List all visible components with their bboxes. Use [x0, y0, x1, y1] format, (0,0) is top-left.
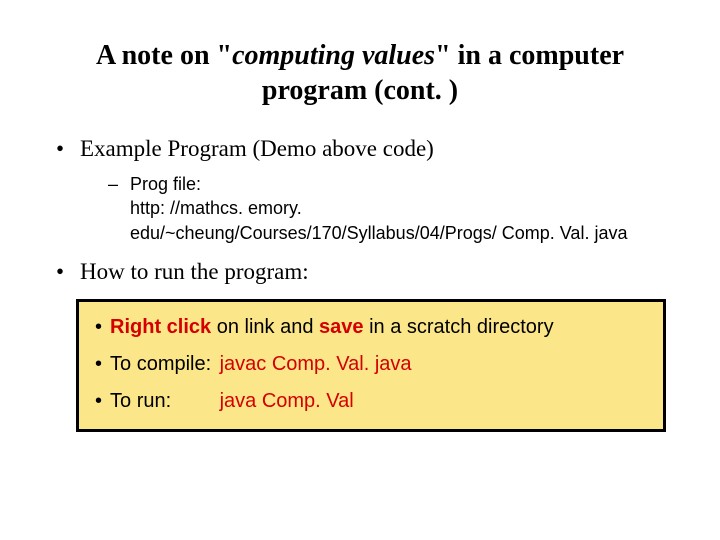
- sub-prog-file: Prog file: http: //mathcs. emory. edu/~c…: [108, 172, 672, 245]
- bullet-list: Example Program (Demo above code) Prog f…: [48, 136, 672, 285]
- bullet-how-to-run: How to run the program:: [56, 259, 672, 285]
- bullet-how-text: How to run the program:: [80, 259, 309, 284]
- box-row-compile: • To compile: javac Comp. Val. java: [95, 353, 647, 376]
- row3-text: To run: java Comp. Val: [110, 390, 354, 413]
- title-italic: computing values: [232, 40, 435, 71]
- row1-text: Right click on link and save in a scratc…: [110, 316, 554, 339]
- slide-title: A note on "computing values" in a comput…: [48, 38, 672, 108]
- row2-label: To compile:: [110, 353, 214, 376]
- box-row-run: • To run: java Comp. Val: [95, 390, 647, 413]
- bullet-example-text: Example Program (Demo above code): [80, 136, 434, 161]
- title-pre: A note on ": [96, 40, 232, 71]
- row1-mid: on link and: [211, 316, 319, 338]
- row2-cmd: javac Comp. Val. java: [220, 353, 412, 375]
- instruction-box: • Right click on link and save in a scra…: [76, 299, 666, 432]
- bullet-example-program: Example Program (Demo above code) Prog f…: [56, 136, 672, 245]
- bullet-icon: •: [95, 353, 102, 376]
- row1-post: in a scratch directory: [364, 316, 554, 338]
- row1-rightclick: Right click: [110, 316, 211, 338]
- row3-cmd: java Comp. Val: [220, 390, 354, 412]
- row3-label: To run:: [110, 390, 214, 413]
- sub-prog-link: http: //mathcs. emory. edu/~cheung/Cours…: [130, 196, 672, 245]
- bullet-icon: •: [95, 390, 102, 413]
- box-row-rightclick: • Right click on link and save in a scra…: [95, 316, 647, 339]
- sub-list: Prog file: http: //mathcs. emory. edu/~c…: [80, 172, 672, 245]
- sub-prog-label: Prog file:: [130, 174, 201, 194]
- bullet-icon: •: [95, 316, 102, 339]
- slide: A note on "computing values" in a comput…: [0, 0, 720, 540]
- row2-text: To compile: javac Comp. Val. java: [110, 353, 412, 376]
- row1-save: save: [319, 316, 364, 338]
